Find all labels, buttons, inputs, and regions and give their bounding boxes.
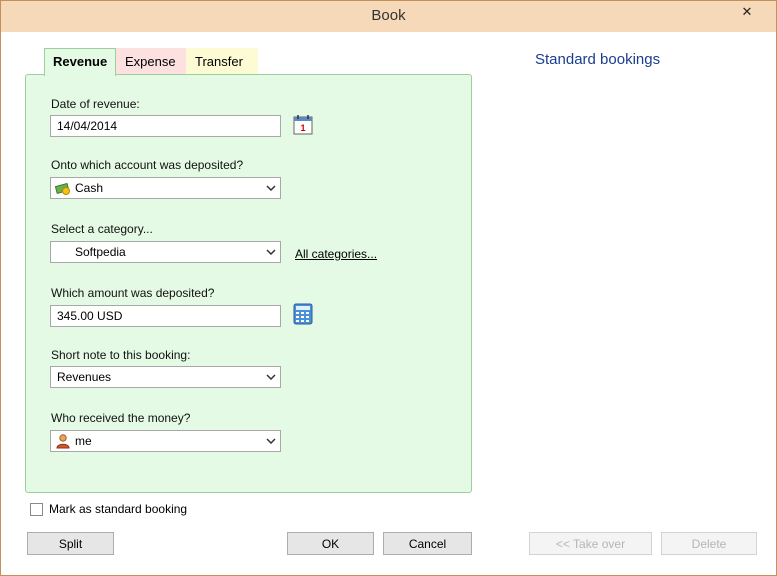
calculator-icon[interactable] (292, 303, 314, 325)
category-label: Select a category... (51, 222, 153, 236)
tab-revenue[interactable]: Revenue (44, 48, 116, 76)
cash-icon (55, 180, 71, 196)
person-icon (55, 433, 71, 449)
tab-expense[interactable]: Expense (116, 48, 186, 74)
cancel-button[interactable]: Cancel (383, 532, 472, 555)
svg-text:1: 1 (300, 123, 305, 133)
chevron-down-icon (262, 431, 280, 451)
close-icon: ✕ (741, 3, 753, 19)
category-value: Softpedia (75, 245, 126, 259)
note-select[interactable]: Revenues (50, 366, 281, 388)
calendar-icon[interactable]: 1 (292, 114, 314, 136)
note-label: Short note to this booking: (51, 348, 191, 362)
dialog-client: Revenue Expense Transfer Date of revenue… (8, 32, 769, 570)
chevron-down-icon (262, 242, 280, 262)
category-select[interactable]: Softpedia (50, 241, 281, 263)
standard-booking-label[interactable]: Mark as standard booking (49, 502, 187, 516)
close-button[interactable]: ✕ (724, 1, 770, 22)
tab-revenue-label: Revenue (53, 54, 108, 69)
window-title: Book (371, 7, 406, 24)
tab-transfer-label: Transfer (195, 54, 243, 69)
amount-field[interactable]: 345.00 USD (50, 305, 281, 327)
all-categories-link[interactable]: All categories... (295, 247, 377, 261)
account-label: Onto which account was deposited? (51, 158, 244, 172)
account-select[interactable]: Cash (50, 177, 281, 199)
note-value: Revenues (57, 370, 112, 384)
receiver-select[interactable]: me (50, 430, 281, 452)
revenue-panel: Date of revenue: 14/04/2014 1 Onto which… (25, 74, 472, 493)
chevron-down-icon (262, 178, 280, 198)
amount-label: Which amount was deposited? (51, 286, 215, 300)
receiver-value: me (75, 434, 92, 448)
chevron-down-icon (262, 367, 280, 387)
ok-button[interactable]: OK (287, 532, 374, 555)
tab-transfer[interactable]: Transfer (186, 48, 258, 74)
standard-bookings-title: Standard bookings (535, 51, 661, 68)
category-icon-placeholder (55, 244, 71, 260)
tab-expense-label: Expense (125, 54, 176, 69)
delete-button[interactable]: Delete (661, 532, 757, 555)
take-over-button[interactable]: << Take over (529, 532, 652, 555)
split-button[interactable]: Split (27, 532, 114, 555)
account-value: Cash (75, 181, 104, 195)
date-field[interactable]: 14/04/2014 (50, 115, 281, 137)
date-label: Date of revenue: (51, 97, 140, 111)
book-dialog: Book ✕ Revenue Expense Transfer Date of … (0, 0, 777, 576)
title-bar: Book ✕ (1, 1, 776, 32)
standard-booking-checkbox[interactable] (30, 503, 43, 516)
receiver-label: Who received the money? (51, 411, 191, 425)
